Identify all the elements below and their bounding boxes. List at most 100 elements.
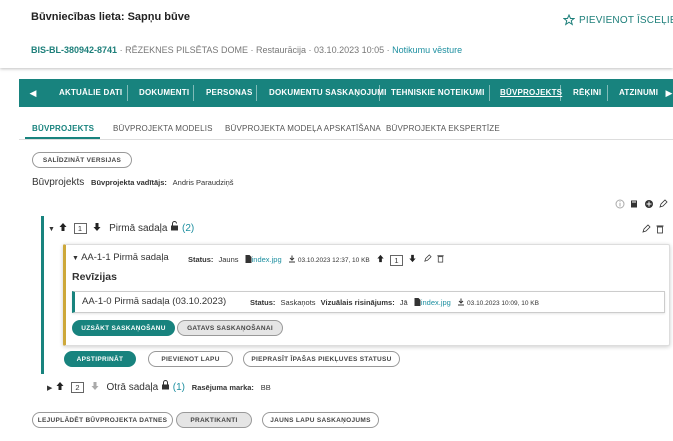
nav-item-documents[interactable]: DOKUMENTI (139, 79, 189, 107)
file-name: index.jpg (251, 255, 282, 264)
collapse-caret-icon[interactable]: ▼ (72, 255, 79, 262)
edit-icon[interactable] (658, 199, 668, 209)
section-number[interactable]: 2 (70, 381, 84, 393)
subtab-model-review[interactable]: BŪVPROJEKTA MODEĻA APSKATĪŠANA (225, 124, 381, 133)
history-link[interactable]: Notikumu vēsture (392, 45, 462, 55)
revisions-title: Revīzijas (72, 271, 117, 283)
revision-title: AA-1-0 Pirmā sadaļa (03.10.2023) (82, 296, 227, 307)
info-icon[interactable] (615, 199, 625, 209)
nav-divider (193, 85, 194, 101)
section-title: Pirmā sadaļa (109, 223, 168, 234)
trash-icon[interactable] (655, 224, 665, 234)
status-value: Jauns (218, 255, 239, 264)
file-icon (245, 255, 252, 263)
compare-versions-button[interactable]: SALĪDZINĀT VERSIJAS (32, 152, 132, 168)
download-project-files-button[interactable]: LEJUPLĀDĒT BŪVPROJEKTA DATNES (32, 412, 173, 428)
status-label: Status: (250, 298, 276, 307)
subtab-building-project[interactable]: BŪVPROJEKTS (32, 124, 94, 133)
section-count[interactable]: (1) (173, 382, 185, 393)
status-value: Saskaņots (280, 298, 316, 307)
nav-item-invoices[interactable]: RĒĶINI (573, 79, 601, 107)
app-frame: Būvniecības lieta: Sapņu būve BIS-BL-380… (0, 0, 673, 441)
nav-right-arrow[interactable]: ▶ (659, 79, 673, 107)
nav-divider (489, 85, 490, 101)
file-info: 03.10.2023 12:37, 10 KB (297, 257, 370, 264)
meta-separator: · (250, 45, 254, 55)
edit-icon[interactable] (641, 224, 651, 234)
trainees-button[interactable]: PRAKTIKANTI (176, 412, 252, 428)
file-link[interactable]: index.jpg (414, 298, 453, 307)
visual-label: Vizuālais risinājums: (320, 298, 395, 307)
project-label: Būvprojekts (32, 177, 85, 188)
move-down-icon[interactable] (92, 222, 102, 232)
part-number[interactable]: 1 (389, 254, 403, 266)
nav-divider (379, 85, 380, 101)
subtab-expertise[interactable]: BŪVPROJEKTA EKSPERTĪZE (386, 124, 500, 133)
case-meta: BIS-BL-380942-8741 · RĒZEKNES PILSĒTAS D… (31, 45, 462, 55)
trash-icon[interactable] (436, 254, 445, 263)
manager-label: Būvprojekta vadītājs: (91, 178, 167, 187)
request-access-status-button[interactable]: PIEPRASĪT ĪPAŠAS PIEKĻUVES STATUSU (243, 351, 400, 367)
project-info: Būvprojekts Būvprojekta vadītājs: Andris… (32, 177, 234, 188)
file-name: index.jpg (420, 298, 451, 307)
part-title: AA-1-1 Pirmā sadaļa (81, 252, 169, 263)
subtab-project-model[interactable]: BŪVPROJEKTA MODELIS (113, 124, 213, 133)
authority-name: RĒZEKNES PILSĒTAS DOME (125, 45, 248, 55)
edit-icon[interactable] (423, 254, 432, 263)
add-to-shortcuts-button[interactable]: PIEVIENOT ĪSCEĻIEM (562, 13, 673, 26)
ready-for-approval-button[interactable]: GATAVS SASKAŅOŠANAI (177, 320, 283, 336)
add-page-button[interactable]: PIEVIENOT LAPU (148, 351, 233, 367)
approve-button[interactable]: APSTIPRINĀT (64, 351, 136, 367)
book-icon[interactable] (629, 199, 639, 209)
move-down-icon[interactable] (408, 254, 417, 263)
meta-separator: · (386, 45, 390, 55)
nav-divider (127, 85, 128, 101)
visual-value: Jā (399, 298, 408, 307)
download-icon[interactable] (457, 298, 465, 306)
main-nav: ◀ AKTUĀLIE DATI DOKUMENTI PERSONAS DOKUM… (19, 79, 673, 107)
file-icon (414, 298, 421, 306)
move-up-icon[interactable] (58, 222, 68, 232)
start-approval-button[interactable]: UZSĀKT SASKAŅOŠANU (72, 320, 175, 336)
project-tools (615, 196, 668, 214)
case-datetime: 03.10.2023 10:05 (314, 45, 385, 55)
star-icon (562, 13, 576, 26)
nav-item-building-project[interactable]: BŪVPROJEKTS (500, 79, 562, 107)
nav-item-current-data[interactable]: AKTUĀLIE DATI (59, 79, 122, 107)
subtab-divider (19, 139, 673, 140)
nav-divider (256, 85, 257, 101)
add-to-shortcuts-label: PIEVIENOT ĪSCEĻIEM (579, 15, 673, 26)
move-up-icon[interactable] (55, 381, 65, 391)
lock-icon (162, 380, 169, 390)
section-number[interactable]: 1 (73, 222, 87, 234)
nav-item-persons[interactable]: PERSONAS (206, 79, 253, 107)
file-info: 03.10.2023 10:09, 10 KB (467, 300, 539, 307)
lock-open-icon (171, 221, 179, 231)
add-circle-icon[interactable] (644, 199, 654, 209)
new-page-approval-button[interactable]: JAUNS LAPU SASKAŅOJUMS (262, 412, 379, 428)
collapse-caret-icon[interactable]: ▼ (48, 226, 55, 233)
section-1-header: ▼ 1 Pirmā sadaļa (2) (48, 221, 194, 234)
expand-caret-icon[interactable]: ▶ (47, 385, 52, 392)
section-count[interactable]: (2) (182, 223, 194, 234)
nav-left-arrow[interactable]: ◀ (23, 79, 43, 107)
manager-name: Andris Paraudziņš (172, 178, 234, 187)
meta-separator: · (119, 45, 123, 55)
move-down-icon[interactable] (90, 381, 100, 391)
download-icon[interactable] (288, 255, 296, 263)
mark-label: Rasējuma marka: (191, 383, 254, 392)
mark-value: BB (260, 383, 271, 392)
case-number: BIS-BL-380942-8741 (31, 45, 118, 55)
section-2-header: ▶ 2 Otrā sadaļa (1) Rasējuma marka: BB (47, 380, 271, 393)
nav-item-technical-rules[interactable]: TEHNISKIE NOTEIKUMI (391, 79, 485, 107)
page-title: Būvniecības lieta: Sapņu būve (31, 11, 190, 23)
nav-item-document-approvals[interactable]: DOKUMENTU SASKAŅOJUMI (269, 79, 387, 107)
nav-divider (560, 85, 561, 101)
move-up-icon[interactable] (376, 254, 385, 263)
file-link[interactable]: index.jpg (245, 255, 284, 264)
revision-meta: Status: Saskaņots Vizuālais risinājums: … (250, 298, 539, 307)
section-title: Otrā sadaļa (106, 382, 159, 393)
nav-item-opinions[interactable]: ATZINUMI (619, 79, 658, 107)
case-stage: Restaurācija (255, 45, 307, 55)
case-header: Būvniecības lieta: Sapņu būve BIS-BL-380… (0, 0, 673, 68)
